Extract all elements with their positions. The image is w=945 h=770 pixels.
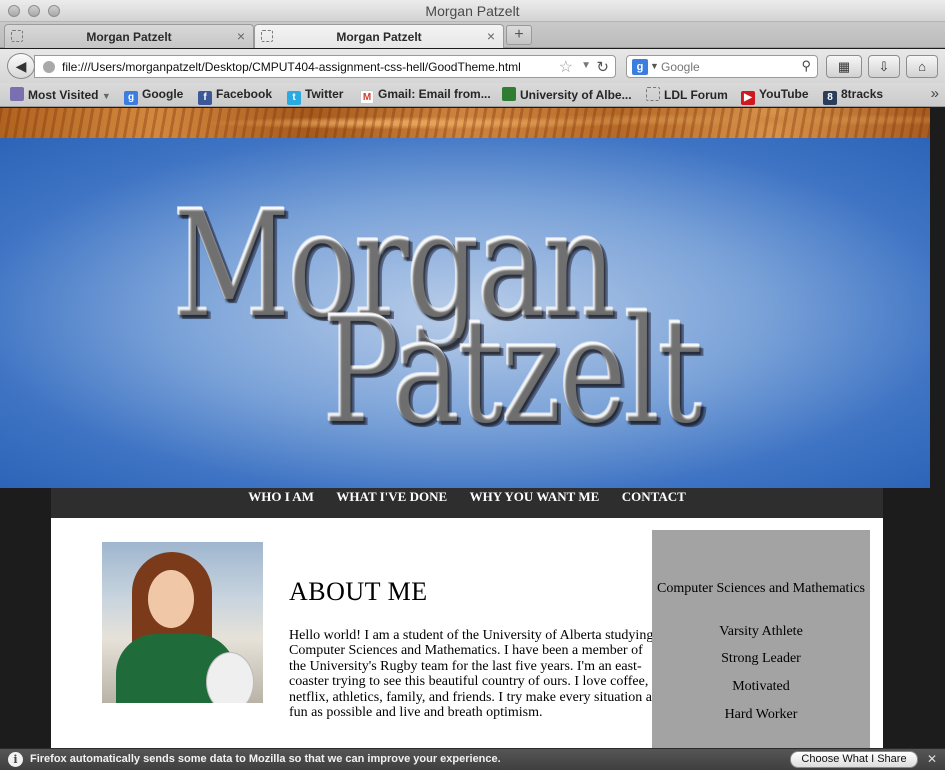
photo-face — [148, 570, 194, 628]
about-title: ABOUT ME — [289, 577, 428, 606]
nav-why-you-want-me[interactable]: WHY YOU WANT ME — [470, 488, 600, 505]
bookmark-ldl-forum[interactable]: LDL Forum — [646, 87, 728, 102]
tab-2[interactable]: Morgan Patzelt × — [254, 24, 504, 48]
title-bar: Morgan Patzelt — [0, 0, 945, 22]
info-icon: i — [8, 752, 23, 767]
scrollbar[interactable] — [930, 108, 945, 748]
profile-photo — [102, 542, 263, 703]
url-bar[interactable]: file:///Users/morganpatzelt/Desktop/CMPU… — [34, 55, 616, 78]
about-section: ABOUT ME Hello world! I am a student of … — [51, 518, 883, 748]
bookmark-label: Most Visited — [28, 88, 99, 102]
twitter-icon: t — [287, 91, 301, 105]
bookmark-label: University of Albe... — [520, 88, 632, 102]
banner-last-name: Patzelt — [322, 284, 703, 456]
notification-message: Firefox automatically sends some data to… — [30, 753, 501, 765]
site-nav: WHO I AM WHAT I'VE DONE WHY YOU WANT ME … — [51, 488, 883, 518]
web-page: Morgan Patzelt Morgan Patzelt WHO I AM W… — [0, 108, 930, 748]
close-tab-icon[interactable]: × — [237, 28, 245, 44]
downloads-button[interactable]: ⇩ — [868, 55, 900, 78]
8tracks-icon: 8 — [823, 91, 837, 105]
bookmark-google[interactable]: g Google — [124, 87, 183, 105]
trait-item: Hard Worker — [724, 707, 798, 722]
youtube-icon: ▶ — [741, 91, 755, 105]
choose-what-i-share-button[interactable]: Choose What I Share — [790, 751, 918, 768]
banner: Morgan Patzelt Morgan Patzelt — [0, 138, 930, 488]
bookmark-youtube[interactable]: ▶ YouTube — [741, 87, 809, 105]
tab-label: Morgan Patzelt — [336, 30, 422, 44]
trait-item: Varsity Athlete — [719, 624, 803, 639]
search-icon[interactable]: ⚲ — [801, 58, 811, 74]
window-title: Morgan Patzelt — [425, 3, 520, 19]
tab-strip: Morgan Patzelt × Morgan Patzelt × — [0, 22, 945, 48]
globe-icon — [43, 61, 55, 73]
chevron-right-icon[interactable]: » — [931, 85, 939, 102]
close-icon[interactable]: ✕ — [927, 752, 937, 766]
bookmark-label: Gmail: Email from... — [378, 87, 491, 101]
history-dropdown-icon[interactable]: ▼ — [581, 60, 591, 71]
bookmark-ualberta[interactable]: University of Albe... — [502, 87, 632, 102]
home-button[interactable]: ⌂ — [906, 55, 938, 78]
bookmarks-toolbar: Most Visited ▼ g Google f Facebook t Twitte… — [0, 83, 945, 107]
search-input[interactable] — [661, 59, 791, 75]
bookmark-twitter[interactable]: t Twitter — [287, 87, 343, 105]
nav-contact[interactable]: CONTACT — [622, 488, 686, 505]
notification-bar: i Firefox automatically sends some data … — [0, 748, 945, 770]
bookmarks-menu-button[interactable]: ▦ — [826, 55, 862, 78]
bookmark-label: YouTube — [759, 87, 809, 101]
facebook-icon: f — [198, 91, 212, 105]
reload-icon[interactable]: ↻ — [596, 58, 609, 76]
ualberta-icon — [502, 87, 516, 101]
search-bar[interactable]: g ▼ ⚲ — [626, 55, 818, 78]
bookmark-label: 8tracks — [841, 87, 884, 101]
gmail-icon: M — [360, 90, 374, 104]
bookmark-8tracks[interactable]: 8 8tracks — [823, 87, 883, 105]
bookmark-gmail[interactable]: M Gmail: Email from... — [360, 87, 491, 104]
page-icon — [646, 87, 660, 101]
navigation-toolbar: file:///Users/morganpatzelt/Desktop/CMPU… — [0, 49, 945, 83]
trait-item: Motivated — [732, 679, 790, 694]
trait-item: Computer Sciences and Mathematics — [657, 581, 865, 596]
google-icon: g — [124, 91, 138, 105]
nav-what-ive-done[interactable]: WHAT I'VE DONE — [336, 488, 447, 505]
bookmark-label: Facebook — [216, 87, 273, 101]
new-tab-button[interactable]: + — [506, 25, 532, 45]
bookmark-label: Twitter — [305, 87, 344, 101]
close-tab-icon[interactable]: × — [487, 28, 495, 44]
bookmark-most-visited[interactable]: Most Visited ▼ — [10, 87, 111, 102]
back-button[interactable]: ◀ — [7, 53, 35, 79]
bookmark-label: LDL Forum — [664, 88, 728, 102]
traits-panel: Computer Sciences and Mathematics Varsit… — [652, 530, 870, 748]
wood-header-strip — [0, 108, 930, 138]
nav-who-i-am[interactable]: WHO I AM — [248, 488, 314, 505]
bookmark-star-icon[interactable]: ☆ — [559, 57, 573, 77]
photo-rugby-ball — [206, 652, 254, 703]
bookmark-label: Google — [142, 87, 184, 101]
trait-item: Strong Leader — [721, 651, 801, 666]
google-icon[interactable]: g — [632, 59, 648, 75]
bookmark-facebook[interactable]: f Facebook — [198, 87, 272, 105]
tab-label: Morgan Patzelt — [86, 30, 172, 44]
chevron-down-icon[interactable]: ▼ — [650, 61, 659, 71]
url-text[interactable]: file:///Users/morganpatzelt/Desktop/CMPU… — [62, 60, 521, 74]
about-text: Hello world! I am a student of the Unive… — [289, 628, 658, 721]
tab-1[interactable]: Morgan Patzelt × — [4, 24, 254, 48]
most-visited-icon — [10, 87, 24, 101]
